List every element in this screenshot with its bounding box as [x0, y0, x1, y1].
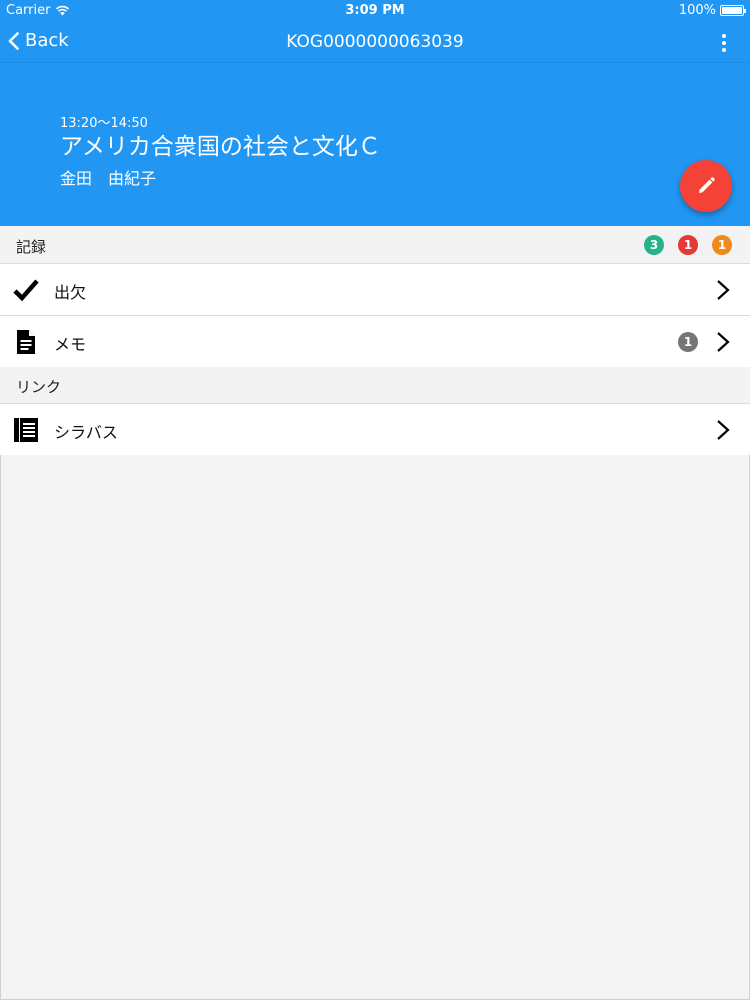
chevron-right-icon — [717, 332, 730, 352]
syllabus-icon — [13, 417, 39, 443]
empty-content-area — [0, 455, 750, 1000]
status-bar: Carrier 3:09 PM 100% — [0, 0, 750, 22]
memo-count-badge: 1 — [678, 332, 698, 352]
record-badge-orange: 1 — [712, 235, 732, 255]
list-item-syllabus[interactable]: シラバス — [0, 404, 750, 456]
battery-info: 100% — [678, 3, 746, 18]
records-section-header: 記録 3 1 1 — [0, 227, 750, 264]
record-badge-green: 3 — [644, 235, 664, 255]
record-badge-red: 1 — [678, 235, 698, 255]
course-header: 13:20〜14:50 アメリカ合衆国の社会と文化Ｃ 金田 由紀子 — [0, 62, 750, 226]
edit-fab-button[interactable] — [680, 160, 732, 212]
syllabus-label: シラバス — [54, 423, 118, 442]
chevron-right-icon — [717, 280, 730, 300]
course-teacher: 金田 由紀子 — [60, 169, 157, 188]
links-section-label: リンク — [16, 378, 62, 396]
nav-title: KOG0000000063039 — [286, 32, 464, 52]
records-badges: 3 1 1 — [644, 235, 732, 255]
battery-percent: 100% — [678, 3, 716, 18]
battery-fill — [722, 7, 742, 14]
status-time: 3:09 PM — [345, 3, 405, 18]
chevron-right-icon — [717, 420, 730, 440]
more-icon-dot — [722, 41, 726, 45]
more-icon — [722, 34, 726, 38]
list-item-memo[interactable]: メモ 1 — [0, 316, 750, 368]
more-icon-dot — [722, 48, 726, 52]
more-menu-button[interactable] — [714, 32, 734, 54]
pencil-icon — [699, 177, 715, 193]
memo-label: メモ — [54, 335, 87, 354]
attendance-label: 出欠 — [54, 283, 87, 302]
checkmark-icon — [13, 277, 39, 303]
course-title: アメリカ合衆国の社会と文化Ｃ — [60, 134, 381, 160]
navigation-bar: Back KOG0000000063039 — [0, 22, 750, 62]
document-icon — [13, 329, 39, 355]
links-section-header: リンク — [0, 367, 750, 404]
records-section-label: 記録 — [16, 238, 47, 256]
battery-icon — [720, 5, 746, 16]
list-item-attendance[interactable]: 出欠 — [0, 264, 750, 316]
